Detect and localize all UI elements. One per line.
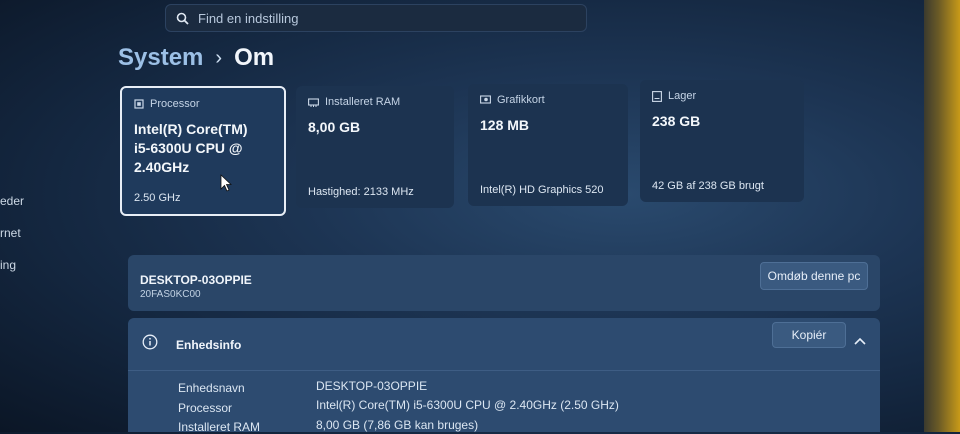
processor-value-line-1: Intel(R) Core(TM) bbox=[134, 121, 248, 137]
search-box[interactable]: Find en indstilling bbox=[165, 4, 587, 32]
sidebar-item-2[interactable]: rnet bbox=[0, 226, 21, 240]
storage-card-value: 238 GB bbox=[652, 113, 701, 129]
processor-value: Intel(R) Core(TM) i5-6300U CPU @ 2.40GHz… bbox=[316, 398, 619, 412]
processor-label: Processor bbox=[178, 401, 233, 415]
device-info-header[interactable]: Enhedsinfo Kopiér bbox=[128, 318, 880, 371]
info-icon bbox=[142, 334, 158, 355]
sidebar-item-1[interactable]: eder bbox=[0, 194, 24, 208]
mouse-cursor-icon bbox=[220, 174, 232, 192]
device-info-title: Enhedsinfo bbox=[176, 338, 242, 352]
device-name-value: DESKTOP-03OPPIE bbox=[316, 379, 428, 393]
ram-card-header: Installeret RAM bbox=[308, 96, 442, 108]
device-model: 20FAS0KC00 bbox=[140, 289, 201, 300]
storage-card-usage: 42 GB af 238 GB brugt bbox=[652, 180, 764, 192]
chevron-up-icon[interactable] bbox=[854, 332, 866, 350]
graphics-card-value: 128 MB bbox=[480, 117, 530, 133]
search-input[interactable]: Find en indstilling bbox=[198, 11, 298, 26]
graphics-card-model: Intel(R) HD Graphics 520 bbox=[480, 184, 604, 196]
storage-card-header: Lager bbox=[652, 90, 792, 102]
search-icon bbox=[170, 12, 194, 25]
screen-bezel bbox=[924, 0, 960, 432]
page-title: Om bbox=[234, 44, 275, 71]
processor-card-header: Processor bbox=[134, 98, 272, 110]
processor-icon bbox=[134, 99, 144, 109]
ram-card-speed: Hastighed: 2133 MHz bbox=[308, 186, 414, 198]
ram-card[interactable]: Installeret RAM 8,00 GB Hastighed: 2133 … bbox=[296, 86, 454, 208]
sidebar-item-3[interactable]: ing bbox=[0, 258, 16, 272]
storage-icon bbox=[652, 90, 662, 102]
device-info-panel: Enhedsinfo Kopiér Enhedsnavn DESKTOP-03O… bbox=[128, 318, 880, 434]
processor-card-title: Processor bbox=[150, 98, 200, 110]
breadcrumb-system-link[interactable]: System bbox=[118, 44, 203, 72]
device-name-panel: DESKTOP-03OPPIE 20FAS0KC00 Omdøb denne p… bbox=[128, 255, 880, 311]
installed-ram-value: 8,00 GB (7,86 GB kan bruges) bbox=[316, 418, 479, 432]
ram-card-title: Installeret RAM bbox=[325, 96, 401, 108]
processor-value-line-3: 2.40GHz bbox=[134, 159, 190, 175]
device-name: DESKTOP-03OPPIE bbox=[140, 273, 252, 287]
ram-icon bbox=[308, 97, 319, 107]
rename-pc-button[interactable]: Omdøb denne pc bbox=[760, 262, 868, 290]
breadcrumb: System › Om bbox=[118, 44, 274, 72]
storage-card[interactable]: Lager 238 GB 42 GB af 238 GB brugt bbox=[640, 80, 804, 202]
processor-card[interactable]: Processor Intel(R) Core(TM) i5-6300U CPU… bbox=[120, 86, 286, 216]
storage-card-title: Lager bbox=[668, 90, 697, 102]
chevron-right-icon: › bbox=[215, 46, 223, 69]
copy-button[interactable]: Kopiér bbox=[772, 322, 846, 348]
graphics-card-header: Grafikkort bbox=[480, 94, 616, 106]
processor-card-speed: 2.50 GHz bbox=[134, 192, 181, 204]
graphics-card-title: Grafikkort bbox=[497, 94, 545, 106]
ram-card-value: 8,00 GB bbox=[308, 119, 361, 135]
processor-value-line-2: i5-6300U CPU @ bbox=[134, 140, 243, 156]
processor-card-value: Intel(R) Core(TM) i5-6300U CPU @ 2.40GHz bbox=[134, 120, 272, 177]
graphics-card-icon bbox=[480, 95, 491, 104]
graphics-card[interactable]: Grafikkort 128 MB Intel(R) HD Graphics 5… bbox=[468, 84, 628, 206]
device-name-label: Enhedsnavn bbox=[178, 381, 245, 395]
